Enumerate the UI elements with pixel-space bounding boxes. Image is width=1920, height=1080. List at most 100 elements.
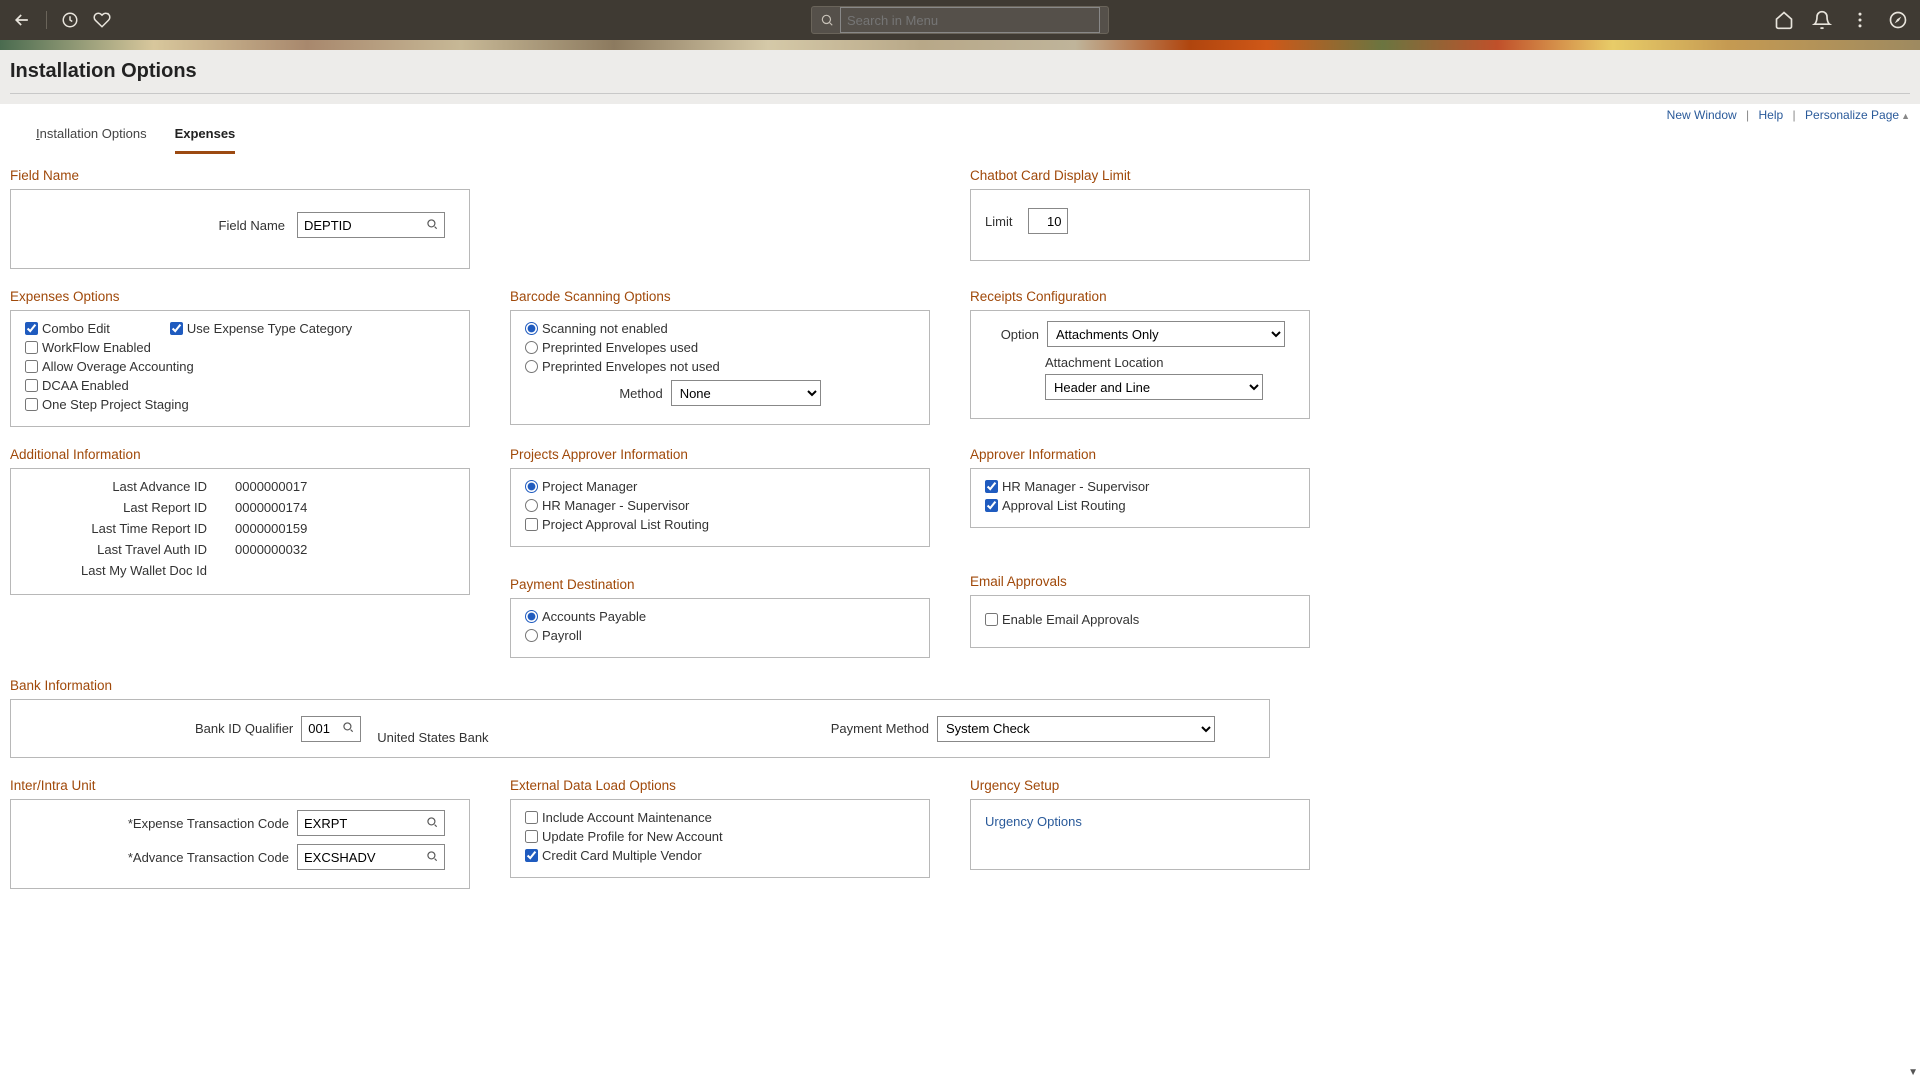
paydest-opt1-radio[interactable] <box>525 610 538 623</box>
last-advance-label: Last Advance ID <box>25 479 235 494</box>
field-name-section: Field Name <box>10 168 470 183</box>
combo-edit-checkbox[interactable] <box>25 322 38 335</box>
payment-method-label: Payment Method <box>831 721 929 736</box>
dcaa-label: DCAA Enabled <box>42 378 129 393</box>
field-name-input[interactable] <box>297 212 445 238</box>
inter-intra-section: Inter/Intra Unit <box>10 778 470 793</box>
tab-installation-options[interactable]: Installation Options <box>36 116 147 154</box>
recent-icon[interactable] <box>61 11 79 29</box>
urgency-section: Urgency Setup <box>970 778 1310 793</box>
expense-code-label: *Expense Transaction Code <box>128 816 289 831</box>
payment-method-select[interactable]: System Check <box>937 716 1215 742</box>
lookup-icon[interactable] <box>341 720 355 737</box>
barcode-opt3-radio[interactable] <box>525 360 538 373</box>
ext-chk2-checkbox[interactable] <box>525 830 538 843</box>
proj-opt1-radio[interactable] <box>525 480 538 493</box>
onestep-checkbox[interactable] <box>25 398 38 411</box>
hr-manager-label: HR Manager - Supervisor <box>1002 479 1149 494</box>
lookup-icon[interactable] <box>425 815 439 832</box>
tab-expenses[interactable]: Expenses <box>175 116 236 154</box>
home-icon[interactable] <box>1774 10 1794 30</box>
page-title: Installation Options <box>10 60 1910 83</box>
barcode-opt1-label: Scanning not enabled <box>542 321 668 336</box>
external-data-section: External Data Load Options <box>510 778 930 793</box>
overage-label: Allow Overage Accounting <box>42 359 194 374</box>
ext-chk1-label: Include Account Maintenance <box>542 810 712 825</box>
use-expense-type-checkbox[interactable] <box>170 322 183 335</box>
navigator-icon[interactable] <box>1888 10 1908 30</box>
last-advance-value: 0000000017 <box>235 479 307 494</box>
last-travel-label: Last Travel Auth ID <box>25 542 235 557</box>
receipts-option-select[interactable]: Attachments Only <box>1047 321 1285 347</box>
proj-opt2-radio[interactable] <box>525 499 538 512</box>
proj-opt3-checkbox[interactable] <box>525 518 538 531</box>
topbar-search <box>811 6 1109 34</box>
last-wallet-label: Last My Wallet Doc Id <box>25 563 235 578</box>
barcode-opt2-label: Preprinted Envelopes used <box>542 340 698 355</box>
receipts-section: Receipts Configuration <box>970 289 1310 304</box>
ext-chk3-label: Credit Card Multiple Vendor <box>542 848 702 863</box>
notifications-icon[interactable] <box>1812 10 1832 30</box>
attachment-location-select[interactable]: Header and Line <box>1045 374 1263 400</box>
scroll-down-icon[interactable]: ▼ <box>1908 1067 1918 1078</box>
search-box[interactable] <box>811 6 1109 34</box>
additional-section: Additional Information <box>10 447 470 462</box>
limit-input[interactable] <box>1028 208 1068 234</box>
bank-qualifier-label: Bank ID Qualifier <box>195 721 293 736</box>
payment-dest-section: Payment Destination <box>510 577 930 592</box>
topbar-right <box>1774 10 1908 30</box>
paydest-opt2-label: Payroll <box>542 628 582 643</box>
chatbot-section: Chatbot Card Display Limit <box>970 168 1310 183</box>
ext-chk3-checkbox[interactable] <box>525 849 538 862</box>
search-icon <box>820 13 834 27</box>
urgency-options-link[interactable]: Urgency Options <box>985 814 1082 829</box>
receipts-option-label: Option <box>985 327 1039 342</box>
workflow-label: WorkFlow Enabled <box>42 340 151 355</box>
paydest-opt2-radio[interactable] <box>525 629 538 642</box>
overage-checkbox[interactable] <box>25 360 38 373</box>
bank-name-value: United States Bank <box>377 730 488 745</box>
expense-code-input[interactable] <box>297 810 445 836</box>
actions-icon[interactable] <box>1850 10 1870 30</box>
lookup-icon[interactable] <box>425 217 439 234</box>
topbar <box>0 0 1920 40</box>
dcaa-checkbox[interactable] <box>25 379 38 392</box>
back-icon[interactable] <box>12 10 32 30</box>
combo-edit-label: Combo Edit <box>42 321 110 336</box>
limit-label: Limit <box>985 214 1012 229</box>
page-header: Installation Options <box>0 50 1920 104</box>
field-name-label: Field Name <box>219 218 285 233</box>
last-report-value: 0000000174 <box>235 500 307 515</box>
barcode-opt2-radio[interactable] <box>525 341 538 354</box>
use-expense-type-label: Use Expense Type Category <box>187 321 352 336</box>
barcode-opt3-label: Preprinted Envelopes not used <box>542 359 720 374</box>
barcode-opt1-radio[interactable] <box>525 322 538 335</box>
projects-approver-section: Projects Approver Information <box>510 447 930 462</box>
content: Field Name Field Name Chatbot Card Displ… <box>0 154 1920 919</box>
search-input[interactable] <box>840 7 1100 33</box>
favorite-icon[interactable] <box>93 11 111 29</box>
help-link[interactable]: Help <box>1759 108 1784 122</box>
enable-email-checkbox[interactable] <box>985 613 998 626</box>
lookup-icon[interactable] <box>425 849 439 866</box>
last-travel-value: 0000000032 <box>235 542 307 557</box>
attachment-location-label: Attachment Location <box>1045 355 1295 370</box>
approval-list-checkbox[interactable] <box>985 499 998 512</box>
enable-email-label: Enable Email Approvals <box>1002 612 1139 627</box>
ext-chk2-label: Update Profile for New Account <box>542 829 723 844</box>
personalize-link[interactable]: Personalize Page <box>1805 108 1899 122</box>
advance-code-label: *Advance Transaction Code <box>128 850 289 865</box>
method-label: Method <box>619 386 662 401</box>
topbar-left <box>12 10 111 30</box>
email-approvals-section: Email Approvals <box>970 574 1310 589</box>
proj-opt3-label: Project Approval List Routing <box>542 517 709 532</box>
barcode-section: Barcode Scanning Options <box>510 289 930 304</box>
ext-chk1-checkbox[interactable] <box>525 811 538 824</box>
advance-code-input[interactable] <box>297 844 445 870</box>
workflow-checkbox[interactable] <box>25 341 38 354</box>
new-window-link[interactable]: New Window <box>1667 108 1737 122</box>
method-select[interactable]: None <box>671 380 821 406</box>
proj-opt1-label: Project Manager <box>542 479 637 494</box>
expenses-options-section: Expenses Options <box>10 289 470 304</box>
hr-manager-checkbox[interactable] <box>985 480 998 493</box>
